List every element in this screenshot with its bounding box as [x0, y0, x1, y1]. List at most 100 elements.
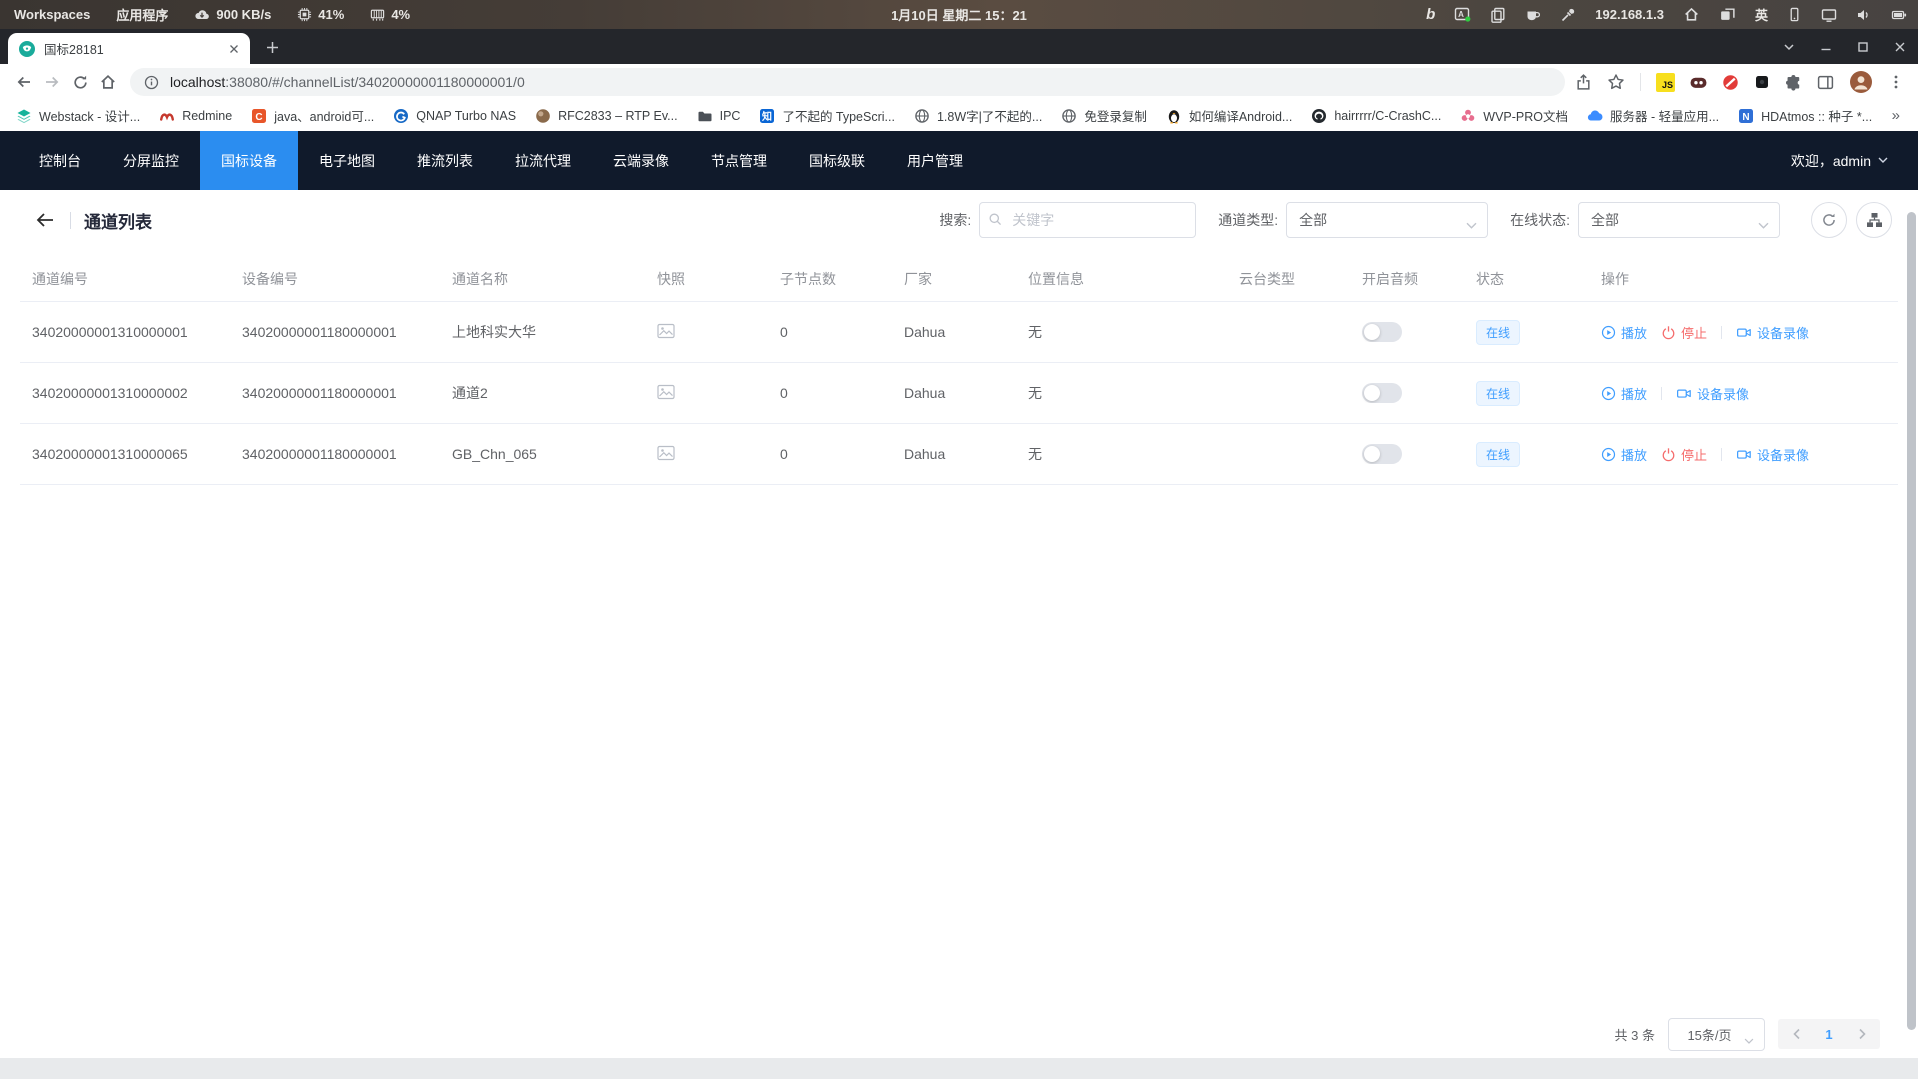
window-restore-button[interactable]: [1857, 41, 1869, 53]
browser-toolbar: localhost:38080/#/channelList/3402000000…: [0, 64, 1918, 100]
window-switcher-tray-icon[interactable]: [1719, 6, 1736, 23]
input-method-indicator[interactable]: 英: [1755, 5, 1768, 24]
bookmarks-overflow-button[interactable]: »: [1884, 107, 1908, 124]
bing-tray-icon[interactable]: b: [1426, 6, 1435, 23]
bookmark-star-icon[interactable]: [1607, 73, 1625, 91]
page-back-button[interactable]: [30, 205, 60, 235]
window-minimize-button[interactable]: [1820, 41, 1832, 53]
bookmark-item[interactable]: NHDAtmos :: 种子 *...: [1730, 103, 1880, 128]
window-close-button[interactable]: [1894, 41, 1906, 53]
cell-device-id: 34020000001180000001: [230, 324, 440, 340]
nav-item-7[interactable]: 节点管理: [690, 131, 788, 190]
column-header: 状态: [1464, 269, 1589, 289]
record-action-button[interactable]: 设备录像: [1676, 384, 1749, 403]
caffeine-tray-icon[interactable]: [1525, 7, 1541, 23]
bookmark-item[interactable]: 1.8W字|了不起的...: [906, 103, 1050, 128]
extensions-puzzle-icon[interactable]: [1785, 74, 1802, 91]
share-icon[interactable]: [1575, 74, 1592, 91]
prev-page-button[interactable]: [1780, 1019, 1812, 1049]
refresh-button[interactable]: [1811, 202, 1847, 238]
bookmark-label: HDAtmos :: 种子 *...: [1761, 106, 1872, 125]
workspaces-button[interactable]: Workspaces: [14, 7, 90, 22]
bookmark-item[interactable]: QNAP Turbo NAS: [385, 105, 524, 127]
home-button[interactable]: [94, 68, 122, 96]
audio-switch[interactable]: [1362, 322, 1402, 342]
bookmark-item[interactable]: RFC2833 – RTP Ev...: [527, 105, 686, 127]
bookmark-item[interactable]: Redmine: [151, 105, 240, 127]
home-tray-icon[interactable]: [1683, 6, 1700, 23]
tab-close-icon[interactable]: [225, 40, 242, 57]
stop-action-button[interactable]: 停止: [1661, 445, 1707, 464]
bookmark-item[interactable]: Cjava、android可...: [243, 103, 382, 128]
battery-icon[interactable]: [1891, 7, 1908, 23]
applications-menu[interactable]: 应用程序: [116, 5, 168, 24]
display-icon[interactable]: [1821, 7, 1837, 23]
nav-item-8[interactable]: 国标级联: [788, 131, 886, 190]
record-action-button[interactable]: 设备录像: [1736, 445, 1809, 464]
record-action-button[interactable]: 设备录像: [1736, 323, 1809, 342]
forward-button[interactable]: [38, 68, 66, 96]
nav-item-0[interactable]: 控制台: [18, 131, 102, 190]
volume-icon[interactable]: [1856, 7, 1872, 23]
cell-snapshot: [645, 384, 768, 403]
bookmark-item[interactable]: IPC: [689, 105, 749, 127]
audio-switch[interactable]: [1362, 444, 1402, 464]
clipboard-tray-icon[interactable]: [1490, 7, 1506, 23]
next-page-button[interactable]: [1846, 1019, 1878, 1049]
phone-link-icon[interactable]: [1787, 7, 1802, 22]
screenshot-translate-tray-icon[interactable]: A: [1454, 6, 1471, 23]
bookmark-item[interactable]: hairrrrr/C-CrashC...: [1303, 105, 1449, 127]
cell-channel-id: 34020000001310000001: [20, 324, 230, 340]
browser-menu-icon[interactable]: [1888, 74, 1904, 90]
nav-item-4[interactable]: 推流列表: [396, 131, 494, 190]
column-header: 位置信息: [1016, 269, 1227, 289]
bookmark-item[interactable]: 服务器 - 轻量应用...: [1579, 103, 1727, 128]
nav-item-6[interactable]: 云端录像: [592, 131, 690, 190]
bookmark-item[interactable]: WVP-PRO文档: [1452, 103, 1576, 128]
profile-avatar[interactable]: [1849, 70, 1873, 94]
play-action-button[interactable]: 播放: [1601, 323, 1647, 342]
browser-tab[interactable]: 国标28181: [8, 33, 250, 64]
js-extension-icon[interactable]: JS: [1656, 73, 1675, 92]
bookmark-item[interactable]: Webstack - 设计...: [8, 103, 148, 128]
nav-item-1[interactable]: 分屏监控: [102, 131, 200, 190]
tab-search-chevron-icon[interactable]: [1783, 41, 1795, 53]
dark-oval-extension-icon[interactable]: [1690, 74, 1707, 91]
color-picker-tray-icon[interactable]: [1560, 7, 1576, 23]
page-size-select[interactable]: 15条/页: [1668, 1018, 1765, 1051]
reload-button[interactable]: [66, 68, 94, 96]
play-action-button[interactable]: 播放: [1601, 445, 1647, 464]
back-button[interactable]: [10, 68, 38, 96]
snapshot-image-placeholder[interactable]: [657, 323, 675, 339]
bookmark-label: 了不起的 TypeScri...: [782, 106, 895, 125]
search-input[interactable]: [979, 202, 1196, 238]
address-bar[interactable]: localhost:38080/#/channelList/3402000000…: [130, 68, 1565, 96]
adblock-extension-icon[interactable]: [1722, 74, 1739, 91]
bookmark-item[interactable]: 免登录复制: [1053, 103, 1155, 128]
tree-view-button[interactable]: [1856, 202, 1892, 238]
audio-switch[interactable]: [1362, 383, 1402, 403]
snapshot-image-placeholder[interactable]: [657, 384, 675, 400]
new-tab-button[interactable]: [259, 34, 285, 60]
site-info-icon[interactable]: [144, 75, 159, 90]
dark-square-extension-icon[interactable]: [1754, 74, 1770, 90]
nav-item-9[interactable]: 用户管理: [886, 131, 984, 190]
online-status-select[interactable]: 全部: [1578, 202, 1780, 238]
channel-type-select[interactable]: 全部: [1286, 202, 1488, 238]
current-page-number[interactable]: 1: [1812, 1027, 1846, 1042]
snapshot-image-placeholder[interactable]: [657, 445, 675, 461]
scrollbar-thumb[interactable]: [1907, 212, 1916, 1030]
chevron-down-icon: [1878, 157, 1888, 164]
play-action-button[interactable]: 播放: [1601, 384, 1647, 403]
nav-item-5[interactable]: 拉流代理: [494, 131, 592, 190]
bookmark-item[interactable]: 知了不起的 TypeScri...: [751, 103, 903, 128]
nav-item-3[interactable]: 电子地图: [298, 131, 396, 190]
stop-action-button[interactable]: 停止: [1661, 323, 1707, 342]
user-welcome-menu[interactable]: 欢迎，admin: [1791, 131, 1888, 190]
search-icon: [988, 212, 1003, 232]
ip-address-indicator[interactable]: 192.168.1.3: [1595, 7, 1664, 22]
nav-item-2[interactable]: 国标设备: [200, 131, 298, 190]
play-icon: [1601, 386, 1616, 401]
bookmark-item[interactable]: 如何编译Android...: [1158, 103, 1301, 128]
side-panel-icon[interactable]: [1817, 74, 1834, 91]
